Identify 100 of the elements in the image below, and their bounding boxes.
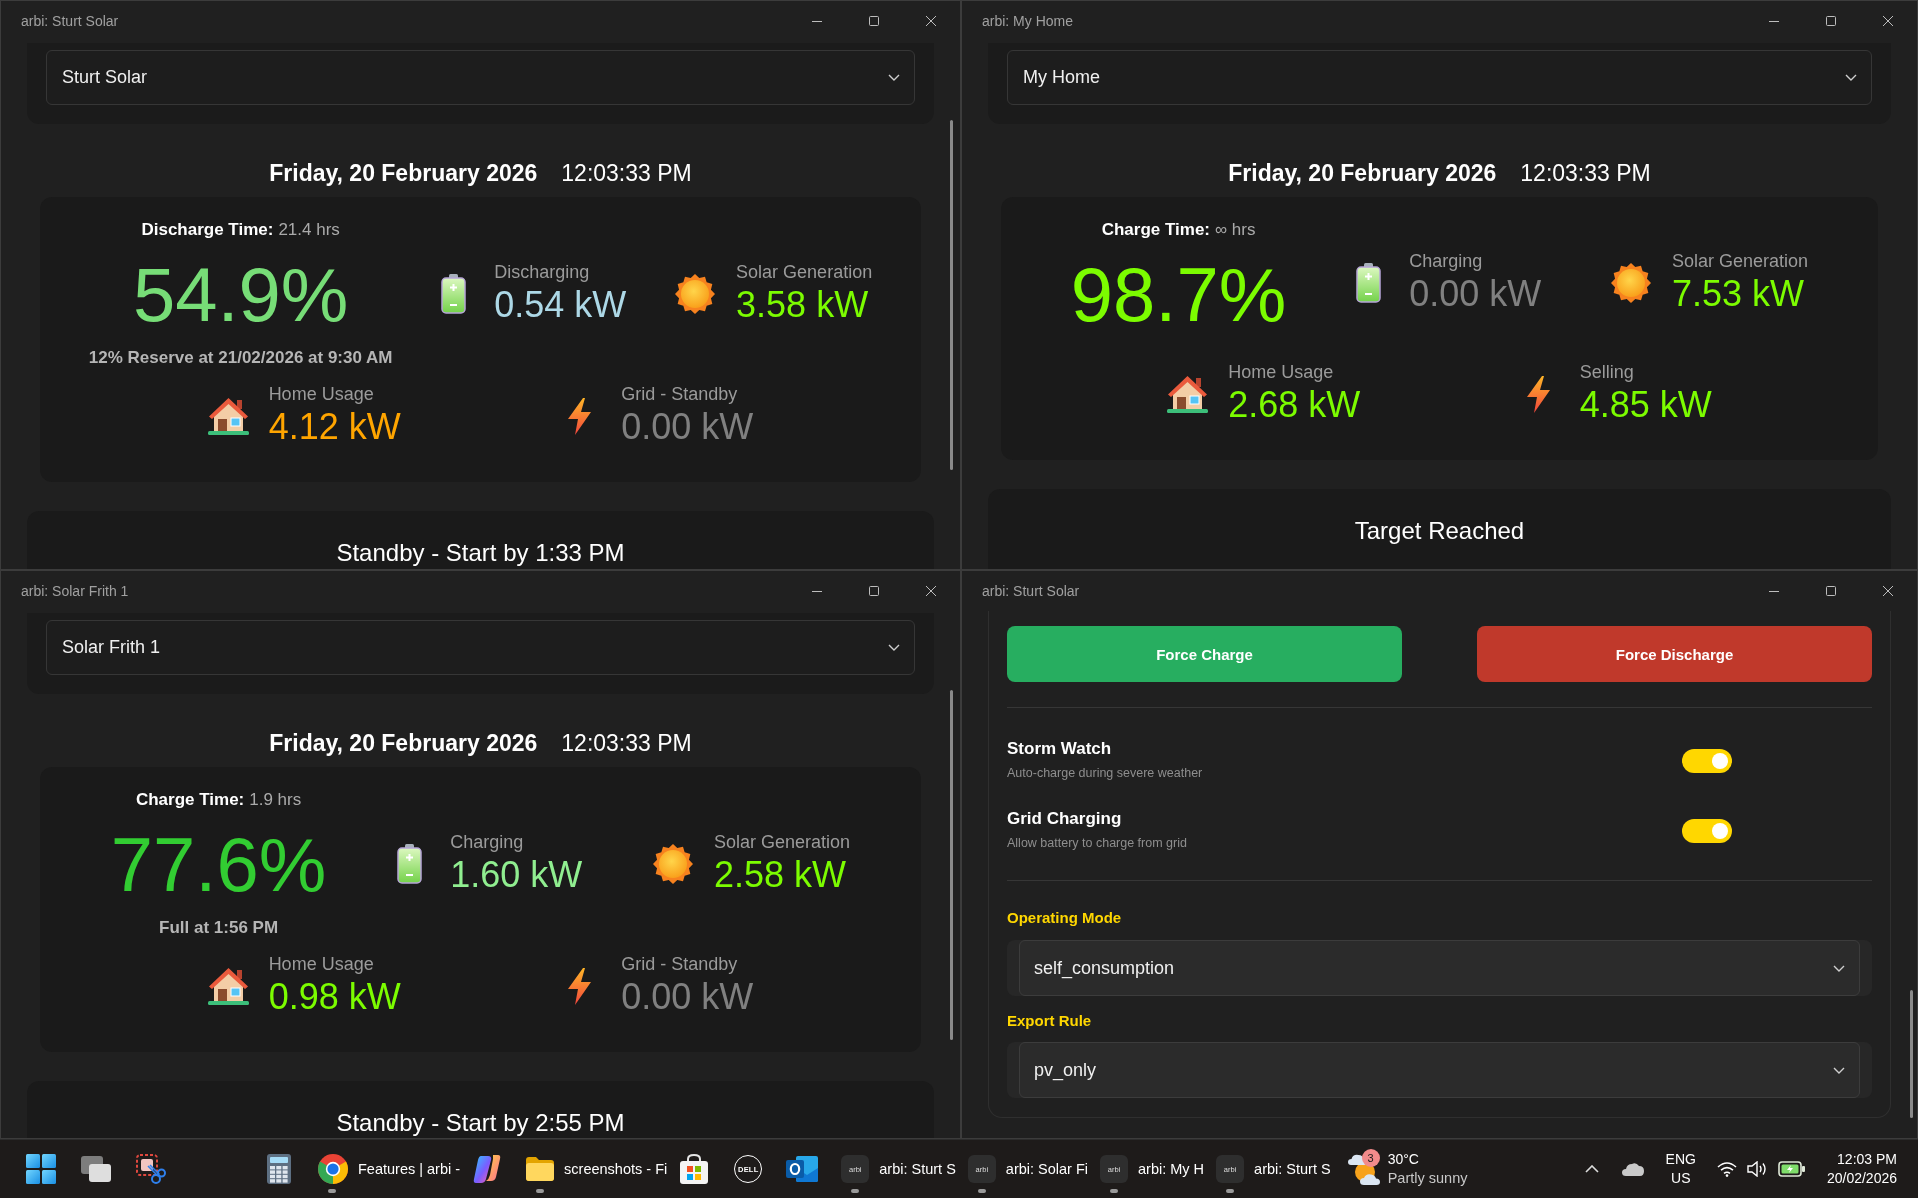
battery-note: 12% Reserve at 21/02/2026 at 9:30 AM xyxy=(88,347,393,369)
stacked-windows-icon xyxy=(81,1156,111,1182)
dropdown[interactable]: pv_only xyxy=(1019,1042,1860,1098)
force-discharge-button[interactable]: Force Discharge xyxy=(1477,626,1872,682)
metric-label: Solar Generation xyxy=(1672,250,1809,272)
metric-value: 0.00 kW xyxy=(621,405,754,449)
chevron-down-icon xyxy=(888,74,900,81)
scrollbar-thumb[interactable] xyxy=(950,690,953,1040)
setting-description: Auto-charge during severe weather xyxy=(1007,765,1204,782)
metric-label: Discharging xyxy=(494,261,591,283)
folder-icon xyxy=(526,1157,555,1181)
chevron-down-icon xyxy=(1833,964,1845,972)
scrollbar-thumb[interactable] xyxy=(1910,990,1913,1118)
lightning-icon xyxy=(568,397,592,435)
time-label: Charge Time: xyxy=(1101,219,1210,241)
chevron-down-icon xyxy=(1845,74,1857,81)
taskbar-button[interactable]: Features | arbi - xyxy=(306,1143,461,1195)
maximize-icon xyxy=(868,16,879,26)
metric-label: Home Usage xyxy=(268,953,375,975)
window-title: arbi: Sturt Solar xyxy=(982,583,1080,599)
metric-value: 4.85 kW xyxy=(1579,383,1712,427)
cloud-icon[interactable] xyxy=(1621,1162,1644,1176)
battery-icon[interactable] xyxy=(1777,1161,1805,1177)
shopping-bag-icon xyxy=(680,1154,709,1184)
maximize-icon xyxy=(1825,586,1836,596)
metric-value: 1.60 kW xyxy=(450,853,583,897)
close-icon xyxy=(925,16,936,26)
lightning-icon xyxy=(1526,375,1550,413)
house-icon xyxy=(1167,375,1209,413)
field-label: Operating Mode xyxy=(1007,908,1123,928)
tricolor-circle-icon xyxy=(318,1154,348,1184)
maximize-icon xyxy=(868,586,879,596)
toggle-switch[interactable] xyxy=(1682,748,1732,773)
dropdown[interactable]: self_consumption xyxy=(1019,940,1860,996)
chevron-up-icon[interactable] xyxy=(1584,1165,1599,1173)
toggle-switch[interactable] xyxy=(1682,818,1732,843)
battery-icon xyxy=(1356,263,1382,303)
sun-icon xyxy=(675,274,716,314)
site-dropdown[interactable]: Sturt Solar xyxy=(46,50,915,105)
metric-value: 0.00 kW xyxy=(621,975,754,1019)
speaker-icon[interactable] xyxy=(1746,1161,1767,1177)
metric-label: Grid - Standby xyxy=(621,383,739,405)
time-label: Charge Time: xyxy=(135,789,245,811)
metric-label: Home Usage xyxy=(268,383,375,405)
close-icon xyxy=(1882,16,1893,26)
site-dropdown[interactable]: Solar Frith 1 xyxy=(46,620,915,675)
minimize-icon xyxy=(1768,20,1779,22)
time-text: 12:03:33 PM xyxy=(561,159,692,188)
scrollbar-thumb[interactable] xyxy=(950,120,953,470)
metric-value: 3.58 kW xyxy=(736,283,870,327)
house-icon xyxy=(207,397,249,435)
battery-note: Full at 1:56 PM xyxy=(159,917,279,939)
battery-percent: 77.6% xyxy=(110,825,327,905)
window-title: arbi: Solar Frith 1 xyxy=(21,583,129,599)
metric-value: 0.54 kW xyxy=(494,283,627,327)
setting-title: Storm Watch xyxy=(1007,738,1113,760)
metric-label: Solar Generation xyxy=(714,831,851,853)
battery-percent: 54.9% xyxy=(132,255,349,335)
setting-title: Grid Charging xyxy=(1007,808,1123,830)
window-title: arbi: My Home xyxy=(982,13,1074,29)
date-text: Friday, 20 February 2026 xyxy=(1228,159,1497,188)
field-label: Export Rule xyxy=(1007,1011,1093,1031)
four-squares-icon xyxy=(26,1154,56,1184)
metric-value: 2.68 kW xyxy=(1228,383,1361,427)
time-text: 12:03:33 PM xyxy=(1520,159,1651,188)
language-button[interactable]: ENG US xyxy=(1665,1150,1696,1188)
wifi-icon[interactable] xyxy=(1716,1161,1737,1177)
site-dropdown[interactable]: My Home xyxy=(1007,50,1872,105)
lightning-icon xyxy=(568,967,592,1005)
metric-label: Home Usage xyxy=(1228,361,1335,383)
chevron-down-icon xyxy=(1833,1066,1845,1074)
chevron-down-icon xyxy=(888,644,900,651)
sun-icon xyxy=(1611,263,1652,303)
calculator-icon xyxy=(267,1154,291,1184)
setting-description: Allow battery to charge from grid xyxy=(1007,835,1188,852)
metric-value: 4.12 kW xyxy=(268,405,401,449)
metric-label: Charging xyxy=(450,831,525,853)
clock-button[interactable]: 12:03 PM 20/02/2026 xyxy=(1826,1150,1897,1188)
minimize-icon xyxy=(1768,590,1779,592)
window-title: arbi: Sturt Solar xyxy=(21,13,119,29)
status-text: Standby - Start by 1:33 PM xyxy=(336,538,625,568)
metric-value: 0.98 kW xyxy=(268,975,401,1019)
sun-icon xyxy=(653,844,694,884)
time-value: 1.9 hrs xyxy=(249,789,302,811)
battery-icon xyxy=(441,274,467,314)
close-icon xyxy=(925,586,936,596)
house-icon xyxy=(207,967,249,1005)
weather-condition-text: Partly sunny xyxy=(1387,1169,1468,1188)
metric-label: Charging xyxy=(1409,250,1484,272)
battery-percent: 98.7% xyxy=(1070,255,1287,335)
metric-label: Solar Generation xyxy=(736,261,873,283)
taskbar-button[interactable]: screenshots - Fi xyxy=(514,1143,668,1195)
minimize-icon xyxy=(811,20,822,22)
time-value: 21.4 hrs xyxy=(278,219,340,241)
temperature-text: 30°C xyxy=(1387,1150,1420,1169)
metric-label: Selling xyxy=(1579,361,1635,383)
time-label: Discharge Time: xyxy=(141,219,274,241)
time-text: 12:03:33 PM xyxy=(561,729,692,758)
date-text: Friday, 20 February 2026 xyxy=(269,159,538,188)
scissors-icon xyxy=(136,1154,166,1184)
